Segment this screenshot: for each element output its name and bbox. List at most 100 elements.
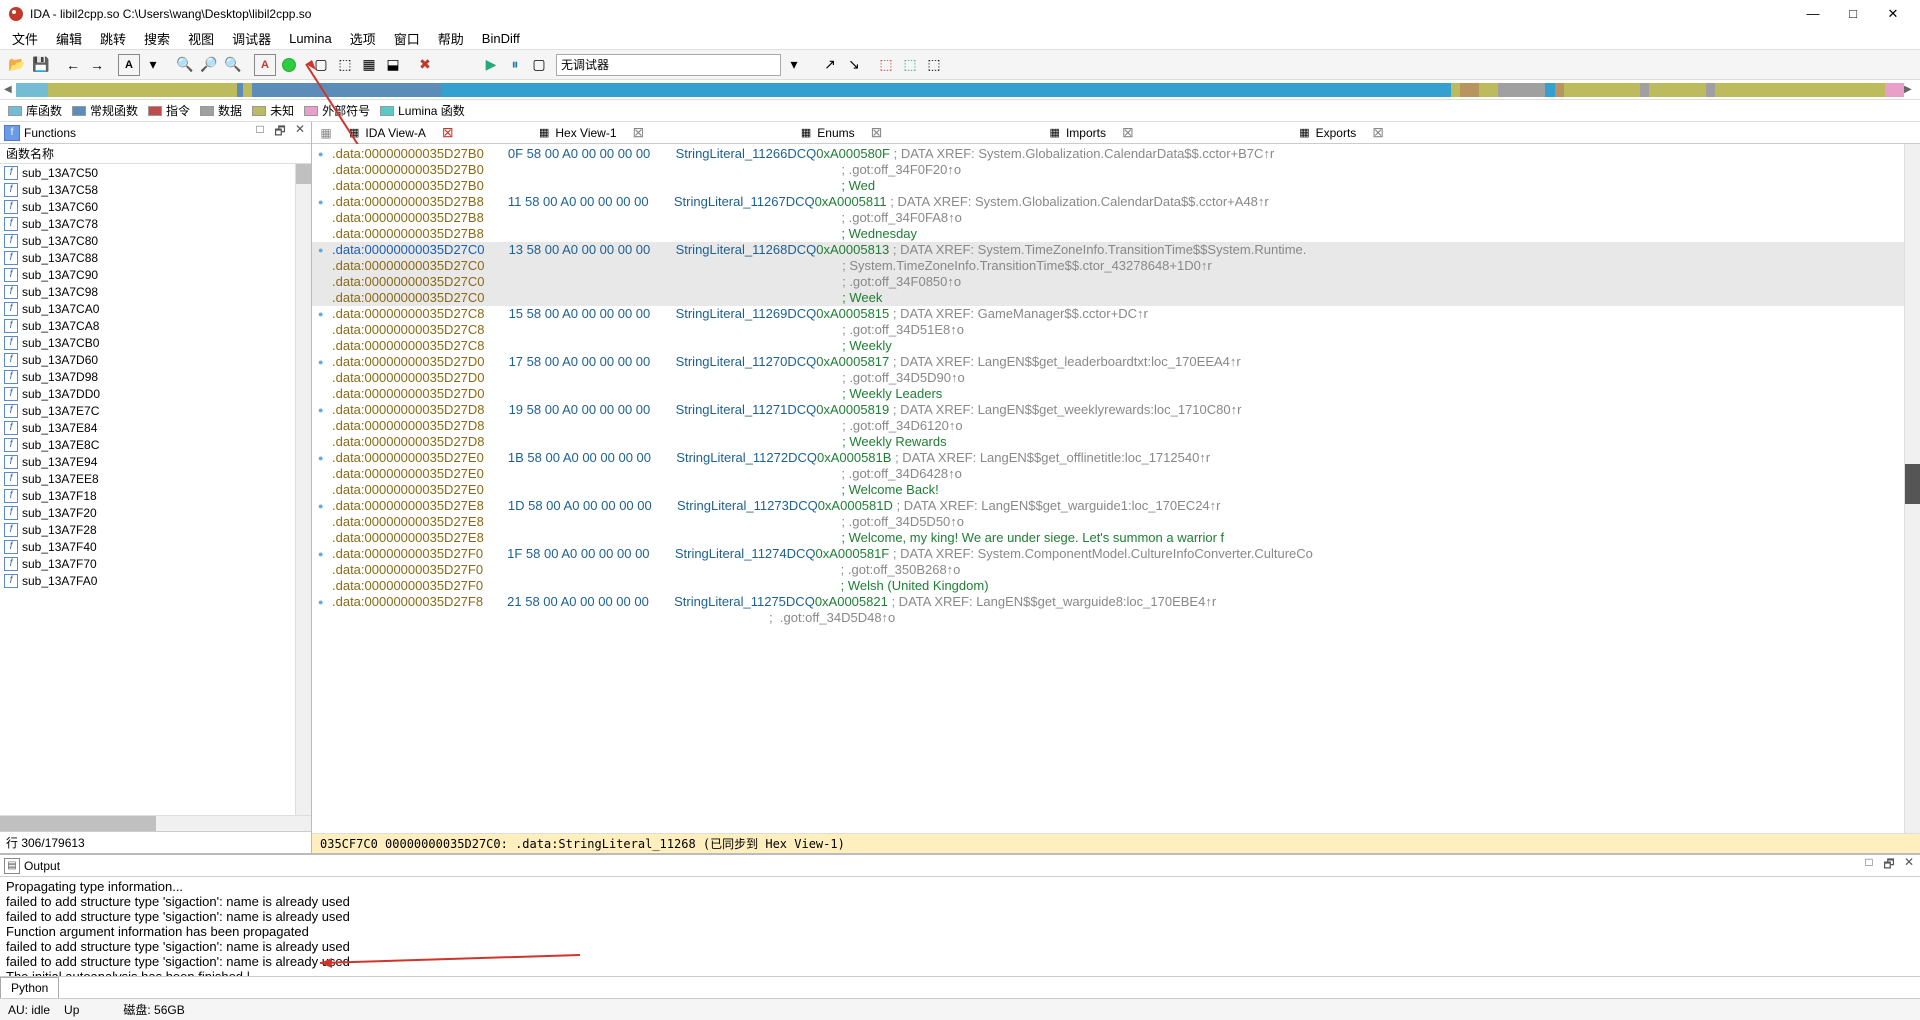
disasm-line[interactable]: ●.data:00000000035D27E8 1D 58 00 A0 00 0… [312,498,1920,514]
function-row[interactable]: fsub_13A7E8C [0,436,311,453]
open-button[interactable]: 📂 [6,54,28,76]
close-button[interactable]: ✕ [1882,6,1904,22]
python-tab[interactable]: Python [0,977,59,999]
function-row[interactable]: fsub_13A7CA8 [0,317,311,334]
disasm-line[interactable]: ●.data:00000000035D27F0 1F 58 00 A0 00 0… [312,546,1920,562]
disasm-line[interactable]: ; .got:off_34D5D48↑o [312,610,1920,626]
run-button[interactable] [278,54,300,76]
menu-搜索[interactable]: 搜索 [136,27,178,50]
dbg-tool-4[interactable]: ⬚ [899,54,921,76]
search-button[interactable]: 🔍 [174,54,196,76]
disasm-line[interactable]: .data:00000000035D27B0 ; .got:off_34F0F2… [312,162,1920,178]
text-tool-button[interactable]: A [118,54,140,76]
function-row[interactable]: fsub_13A7D98 [0,368,311,385]
tab-close-icon[interactable]: ⊠ [871,124,883,141]
disasm-line[interactable]: .data:00000000035D27C0 ; Week [312,290,1920,306]
function-row[interactable]: fsub_13A7E94 [0,453,311,470]
disasm-line[interactable]: .data:00000000035D27B8 ; .got:off_34F0FA… [312,210,1920,226]
debug-run-button[interactable]: ▶ [480,54,502,76]
highlight-a-button[interactable]: A [254,54,276,76]
output-close-button[interactable]: ✕ [1902,855,1916,876]
tab-Hex-View-1[interactable]: ▦Hex View-1⊠ [467,122,717,144]
function-row[interactable]: fsub_13A7FA0 [0,572,311,589]
function-row[interactable]: fsub_13A7C80 [0,232,311,249]
disasm-line[interactable]: .data:00000000035D27B8 ; Wednesday [312,226,1920,242]
menu-跳转[interactable]: 跳转 [92,27,134,50]
disasm-line[interactable]: .data:00000000035D27D8 ; .got:off_34D612… [312,418,1920,434]
disasm-line[interactable]: .data:00000000035D27D8 ; Weekly Rewards [312,434,1920,450]
tab-menu-icon[interactable]: ▦ [316,126,336,140]
disasm-line[interactable]: ●.data:00000000035D27D8 19 58 00 A0 00 0… [312,402,1920,418]
disasm-line[interactable]: ●.data:00000000035D27C8 15 58 00 A0 00 0… [312,306,1920,322]
debug-pause-button[interactable]: ⏸ [504,54,526,76]
menu-Lumina[interactable]: Lumina [281,29,340,48]
disasm-line[interactable]: ●.data:00000000035D27B8 11 58 00 A0 00 0… [312,194,1920,210]
nav-strip[interactable]: ◀ ▶ [0,80,1920,100]
disasm-scrollbar[interactable] [1904,144,1920,833]
disasm-line[interactable]: ●.data:00000000035D27B0 0F 58 00 A0 00 0… [312,146,1920,162]
tool-3-button[interactable]: ▦ [358,54,380,76]
function-row[interactable]: fsub_13A7C50 [0,164,311,181]
save-button[interactable]: 💾 [30,54,52,76]
dbg-tool-5[interactable]: ⬚ [923,54,945,76]
function-row[interactable]: fsub_13A7F18 [0,487,311,504]
functions-column-header[interactable]: 函数名称 [0,144,311,164]
menu-帮助[interactable]: 帮助 [430,27,472,50]
disasm-view[interactable]: ●.data:00000000035D27B0 0F 58 00 A0 00 0… [312,144,1920,833]
disasm-line[interactable]: .data:00000000035D27C8 ; Weekly [312,338,1920,354]
disasm-line[interactable]: .data:00000000035D27E0 ; .got:off_34D642… [312,466,1920,482]
function-row[interactable]: fsub_13A7DD0 [0,385,311,402]
function-row[interactable]: fsub_13A7E84 [0,419,311,436]
output-restore-button[interactable]: 🗗 [1882,855,1896,876]
functions-hscrollbar[interactable] [0,815,311,831]
search-text-button[interactable]: 🔎 [198,54,220,76]
disasm-line[interactable]: .data:00000000035D27E0 ; Welcome Back! [312,482,1920,498]
functions-list[interactable]: fsub_13A7C50fsub_13A7C58fsub_13A7C60fsub… [0,164,311,815]
panel-float-button[interactable]: □ [253,122,267,143]
tool-2-button[interactable]: ⬚ [334,54,356,76]
menu-文件[interactable]: 文件 [4,27,46,50]
tab-Enums[interactable]: ▦Enums⊠ [717,122,967,144]
disasm-line[interactable]: ●.data:00000000035D27C0 13 58 00 A0 00 0… [312,242,1920,258]
disasm-line[interactable]: ●.data:00000000035D27E0 1B 58 00 A0 00 0… [312,450,1920,466]
menu-BinDiff[interactable]: BinDiff [474,29,528,48]
menu-窗口[interactable]: 窗口 [386,27,428,50]
nav-right-icon[interactable]: ▶ [1904,84,1916,95]
function-row[interactable]: fsub_13A7C78 [0,215,311,232]
dbg-tool-2[interactable]: ↘ [843,54,865,76]
function-row[interactable]: fsub_13A7C60 [0,198,311,215]
menu-视图[interactable]: 视图 [180,27,222,50]
function-row[interactable]: fsub_13A7C58 [0,181,311,198]
tab-close-icon[interactable]: ⊠ [442,124,454,141]
tab-IDA-View-A[interactable]: ▦IDA View-A⊠ [336,122,467,144]
disasm-line[interactable]: .data:00000000035D27D0 ; .got:off_34D5D9… [312,370,1920,386]
tab-Exports[interactable]: ▦Exports⊠ [1217,122,1467,144]
maximize-button[interactable]: □ [1842,6,1864,22]
output-float-button[interactable]: □ [1862,855,1876,876]
debug-stop-button[interactable]: ▢ [528,54,550,76]
minimize-button[interactable]: — [1802,6,1824,22]
disasm-line[interactable]: .data:00000000035D27E8 ; .got:off_34D5D5… [312,514,1920,530]
debugger-dropdown-icon[interactable]: ▾ [783,54,805,76]
disasm-line[interactable]: ●.data:00000000035D27D0 17 58 00 A0 00 0… [312,354,1920,370]
function-row[interactable]: fsub_13A7C90 [0,266,311,283]
function-row[interactable]: fsub_13A7D60 [0,351,311,368]
function-row[interactable]: fsub_13A7C88 [0,249,311,266]
panel-restore-button[interactable]: 🗗 [273,122,287,143]
disasm-line[interactable]: ●.data:00000000035D27F8 21 58 00 A0 00 0… [312,594,1920,610]
function-row[interactable]: fsub_13A7CB0 [0,334,311,351]
menu-编辑[interactable]: 编辑 [48,27,90,50]
tab-close-icon[interactable]: ⊠ [1372,124,1384,141]
disasm-line[interactable]: .data:00000000035D27E8 ; Welcome, my kin… [312,530,1920,546]
function-row[interactable]: fsub_13A7EE8 [0,470,311,487]
forward-button[interactable]: → [86,54,108,76]
stop-icon[interactable]: ✖ [414,54,436,76]
menu-选项[interactable]: 选项 [342,27,384,50]
disasm-line[interactable]: .data:00000000035D27C0 ; .got:off_34F085… [312,274,1920,290]
dbg-tool-1[interactable]: ↗ [819,54,841,76]
disasm-line[interactable]: .data:00000000035D27F0 ; Welsh (United K… [312,578,1920,594]
functions-scrollbar[interactable] [295,164,311,815]
tab-Imports[interactable]: ▦Imports⊠ [967,122,1217,144]
tab-close-icon[interactable]: ⊠ [633,124,645,141]
disasm-line[interactable]: .data:00000000035D27B0 ; Wed [312,178,1920,194]
